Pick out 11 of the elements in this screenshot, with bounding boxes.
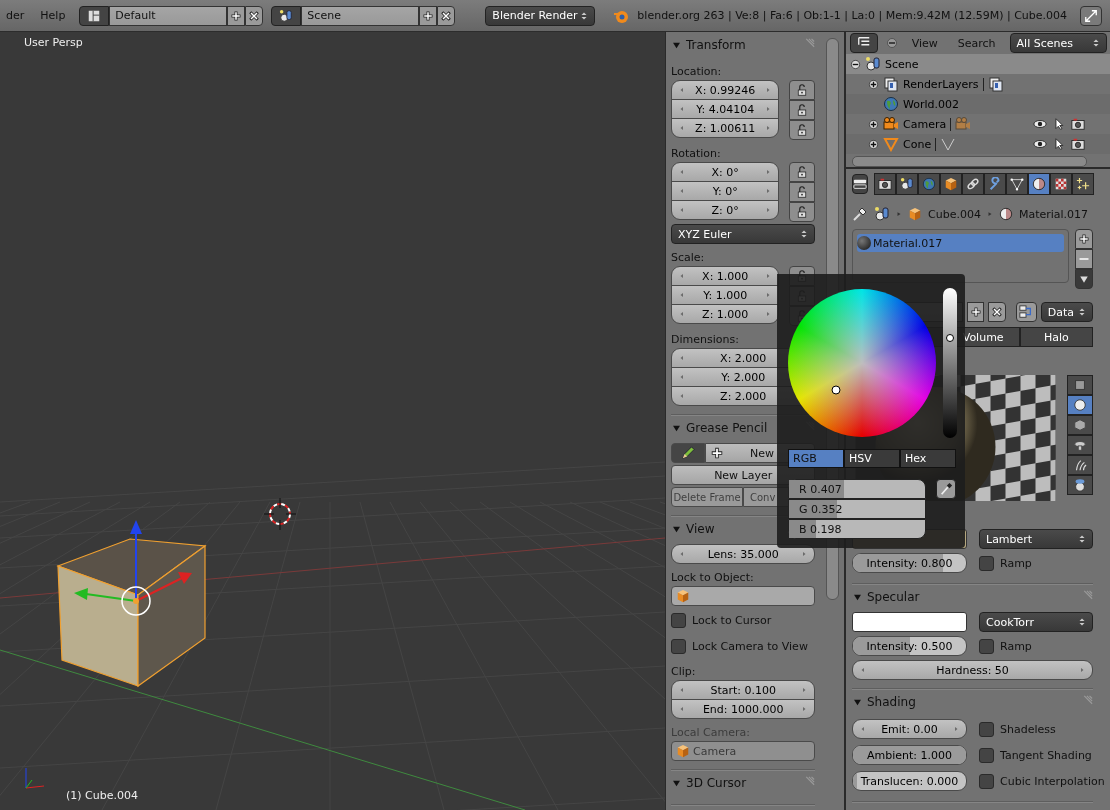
breadcrumb-item: Material.017 <box>1018 207 1089 221</box>
field-label: Rotation: <box>671 146 722 160</box>
object-label: (1) Cube.004 <box>66 789 138 802</box>
field-label: Dimensions: <box>671 332 740 346</box>
scene-stats: blender.org 263 | Ve:8 | Fa:6 | Ob:1-1 | La:0 | Mem:9.42M (12.59M) | Cube.004 <box>637 9 1068 22</box>
field-label: Clip: <box>671 664 697 678</box>
field-label: Scale: <box>671 250 706 264</box>
breadcrumb-item: Cube.004 <box>928 207 981 221</box>
field-label: Location: <box>671 64 723 78</box>
field-label: Lock to Object: <box>671 570 755 584</box>
view-name: User Persp <box>24 36 83 49</box>
